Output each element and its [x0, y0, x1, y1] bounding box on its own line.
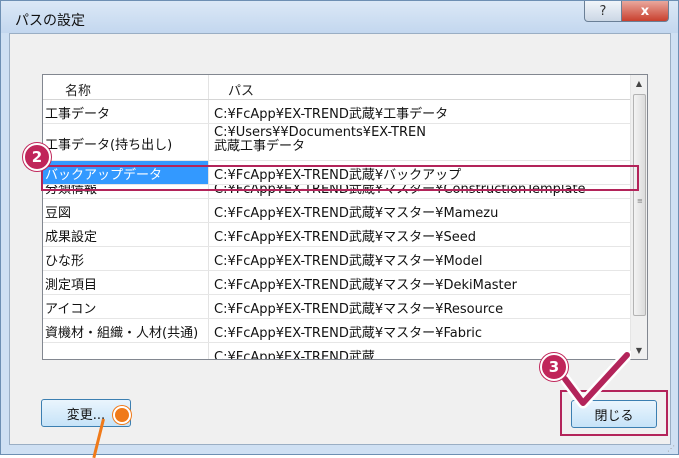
row-path: C:¥FcApp¥EX-TREND武蔵¥マスター¥Model	[214, 254, 483, 269]
column-divider[interactable]	[208, 75, 209, 99]
row-name: 資機材・組織・人材(共通)	[45, 326, 199, 341]
row-path: C:¥FcApp¥EX-TREND武蔵¥マスター¥Mamezu	[214, 206, 499, 221]
scroll-up-icon[interactable]: ▲	[631, 75, 647, 92]
list-row-icon[interactable]: アイコン C:¥FcApp¥EX-TREND武蔵¥マスター¥Resource	[43, 295, 631, 319]
row-name: 測定項目	[45, 278, 98, 293]
title-bar: パスの設定 ? x	[1, 1, 678, 33]
row-name: 成果設定	[45, 230, 98, 245]
scroll-down-icon[interactable]: ▼	[631, 342, 647, 359]
step-2-highlight	[41, 165, 639, 191]
row-path: C:¥FcApp¥EX-TREND武蔵¥マスター¥Seed	[214, 230, 476, 245]
list-row-mamezu[interactable]: 豆図 C:¥FcApp¥EX-TREND武蔵¥マスター¥Mamezu	[43, 199, 631, 223]
row-name: 工事データ(持ち出し)	[45, 138, 173, 153]
list-row-hinagata[interactable]: ひな形 C:¥FcApp¥EX-TREND武蔵¥マスター¥Model	[43, 247, 631, 271]
list-header: 名称 パス	[43, 75, 631, 100]
list-row-sokutei[interactable]: 測定項目 C:¥FcApp¥EX-TREND武蔵¥マスター¥DekiMaster	[43, 271, 631, 295]
row-name: ひな形	[45, 254, 85, 269]
list-row-koji-data[interactable]: 工事データ C:¥FcApp¥EX-TREND武蔵¥工事データ	[43, 100, 631, 124]
vertical-scrollbar[interactable]: ▲ ≡ ▼	[630, 75, 647, 359]
list-row-koji-data-mochidashi[interactable]: 工事データ(持ち出し) C:¥Users¥¥Documents¥EX-TREN 武…	[43, 124, 631, 161]
help-button[interactable]: ?	[584, 1, 622, 22]
column-header-name[interactable]: 名称	[65, 80, 91, 99]
path-settings-dialog: パスの設定 ? x 名称 パス 工事データ C:¥FcApp¥EX-TREND武…	[0, 0, 679, 458]
row-path: C:¥Users¥¥Documents¥EX-TREN 武蔵工事データ	[214, 126, 426, 154]
resize-grip-icon[interactable]: ⋰	[667, 445, 675, 453]
dialog-title: パスの設定	[15, 13, 85, 29]
row-path: C:¥FcApp¥EX-TREND武蔵¥マスター¥Resource	[214, 302, 504, 317]
row-path: C:¥FcApp¥EX-TREND武蔵¥マスター¥DekiMaster	[214, 278, 517, 293]
list-row-shikizai[interactable]: 資機材・組織・人材(共通) C:¥FcApp¥EX-TREND武蔵¥マスター¥F…	[43, 319, 631, 343]
column-header-path[interactable]: パス	[228, 80, 254, 99]
path-list[interactable]: 名称 パス 工事データ C:¥FcApp¥EX-TREND武蔵¥工事データ 工事…	[42, 74, 648, 360]
pointer-marker-icon	[113, 406, 131, 424]
scroll-thumb[interactable]: ≡	[633, 94, 646, 316]
row-name: アイコン	[45, 302, 97, 317]
close-window-button[interactable]: x	[621, 1, 669, 22]
step-2-badge: 2	[23, 143, 51, 171]
close-icon: x	[640, 3, 650, 19]
grip-icon: ≡	[637, 197, 643, 205]
row-path: C:¥FcApp¥EX-TREND武蔵¥工事データ	[214, 107, 449, 122]
row-name: 豆図	[45, 206, 72, 221]
list-row-seika[interactable]: 成果設定 C:¥FcApp¥EX-TREND武蔵¥マスター¥Seed	[43, 223, 631, 247]
checkmark-icon	[561, 349, 631, 409]
help-icon: ?	[599, 3, 607, 19]
row-path: C:¥FcApp¥EX-TREND武蔵¥マスター¥Fabric	[214, 326, 483, 341]
row-name: 工事データ	[45, 107, 111, 122]
step-3-badge: 3	[540, 353, 568, 381]
